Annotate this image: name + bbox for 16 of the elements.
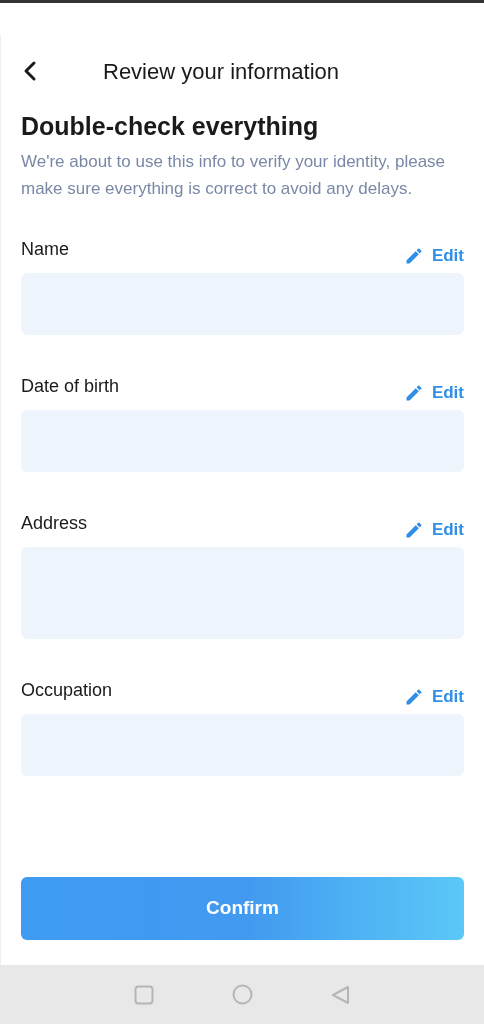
square-nav-icon[interactable] [134,984,154,1005]
field-label: Occupation [21,679,113,703]
edit-button[interactable]: Edit [403,242,464,269]
description: We're about to use this info to verify your identity, please make sure everything is correct to avoid any delays. [21,151,447,201]
home-nav-icon[interactable] [232,984,253,1005]
confirm-button[interactable]: Confirm [21,877,464,940]
edit-button[interactable]: Edit [403,683,464,710]
back-nav-icon[interactable] [331,984,350,1005]
field-label: Address [21,512,88,536]
screen-title: Review your information [103,57,339,86]
edit-button[interactable]: Edit [403,379,464,406]
back-icon[interactable] [23,60,37,82]
field-label: Date of birth [21,375,120,399]
edit-button[interactable]: Edit [403,516,464,543]
heading: Double-check everything [21,111,320,142]
field-label: Name [21,238,69,262]
